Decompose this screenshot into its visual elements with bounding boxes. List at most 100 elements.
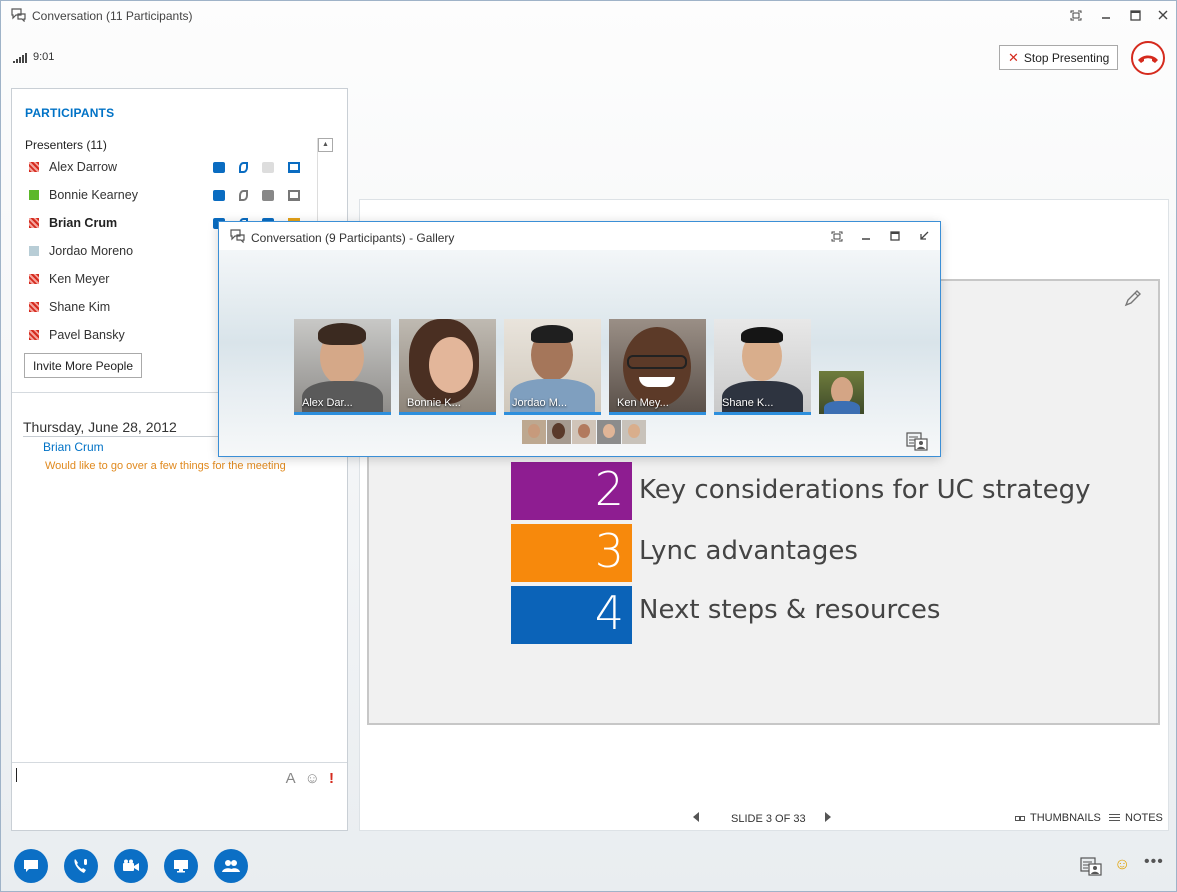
- emoticon-icon[interactable]: ☺: [1114, 856, 1130, 874]
- show-participants-icon[interactable]: [906, 431, 928, 451]
- pop-in-icon[interactable]: [916, 229, 932, 243]
- notes-button[interactable]: NOTES: [1109, 812, 1163, 824]
- agenda-number: 3: [511, 524, 632, 582]
- compose-tools: A ☺ !: [286, 770, 334, 787]
- present-button[interactable]: [164, 849, 198, 883]
- self-video-preview[interactable]: [819, 371, 864, 414]
- im-button[interactable]: [14, 849, 48, 883]
- agenda-number: 4: [511, 586, 632, 644]
- gallery-title: Conversation (9 Participants) - Gallery: [251, 231, 455, 245]
- screen-share-icon[interactable]: [288, 161, 300, 173]
- video-tile[interactable]: Bonnie K...: [399, 319, 496, 415]
- video-camera-icon: [123, 859, 139, 871]
- invite-more-people-button[interactable]: Invite More People: [24, 353, 142, 378]
- tile-caption: Alex Dar...: [302, 397, 353, 409]
- signal-strength-icon: [13, 53, 27, 63]
- participant-modalities: [213, 161, 300, 173]
- minimize-icon[interactable]: [1097, 7, 1115, 23]
- video-tile[interactable]: Shane K...: [714, 319, 811, 415]
- next-slide-icon[interactable]: [825, 812, 831, 822]
- participant-name: Brian Crum: [49, 216, 118, 230]
- mini-participant-thumbnail[interactable]: [597, 420, 621, 444]
- tile-caption: Bonnie K...: [407, 397, 461, 409]
- phone-mic-icon: [74, 859, 87, 873]
- screen-share-icon[interactable]: [288, 189, 300, 201]
- hang-up-button[interactable]: [1131, 41, 1165, 75]
- close-icon[interactable]: [1154, 7, 1172, 23]
- presence-available-icon: [29, 190, 39, 200]
- slide-counter: SLIDE 3 OF 33: [731, 813, 806, 825]
- mini-participant-thumbnail[interactable]: [522, 420, 546, 444]
- high-importance-icon[interactable]: !: [329, 770, 334, 787]
- scroll-up-icon[interactable]: ▲: [318, 138, 333, 152]
- participant-name: Bonnie Kearney: [49, 188, 138, 202]
- lync-conversation-icon: [11, 8, 26, 22]
- maximize-icon[interactable]: [1126, 7, 1144, 23]
- agenda-text: Lync advantages: [639, 536, 858, 566]
- phone-icon[interactable]: [239, 161, 248, 173]
- more-options-icon[interactable]: •••: [1144, 853, 1164, 871]
- participant-name: Shane Kim: [49, 300, 111, 314]
- participant-name: Alex Darrow: [49, 160, 118, 174]
- hang-up-icon: [1138, 55, 1158, 63]
- phone-icon[interactable]: [239, 189, 248, 201]
- presence-busy-icon: [29, 330, 39, 340]
- minimize-icon[interactable]: [858, 229, 874, 243]
- tile-caption: Jordao M...: [512, 397, 568, 409]
- participant-row[interactable]: Alex Darrow: [29, 157, 314, 177]
- conversation-window: Conversation (11 Participants) 9:01 ✕ St…: [0, 0, 1177, 892]
- mini-participant-thumbnail[interactable]: [547, 420, 571, 444]
- annotation-pen-icon[interactable]: [1123, 288, 1143, 308]
- video-tile[interactable]: Ken Mey...: [609, 319, 706, 415]
- thumbnails-label: THUMBNAILS: [1030, 812, 1101, 824]
- window-title: Conversation (11 Participants): [32, 9, 193, 23]
- slide-navigation-bar: SLIDE 3 OF 33 THUMBNAILS NOTES: [359, 801, 1169, 831]
- agenda-number: 2: [511, 462, 632, 520]
- agenda-text: Next steps & resources: [639, 595, 941, 625]
- font-icon[interactable]: A: [286, 770, 296, 787]
- participant-name: Jordao Moreno: [49, 244, 134, 258]
- presenters-group-label[interactable]: Presenters (11): [25, 138, 107, 152]
- call-button[interactable]: [64, 849, 98, 883]
- gallery-window[interactable]: Conversation (9 Participants) - Gallery …: [218, 221, 941, 457]
- message-input[interactable]: A ☺ !: [12, 762, 347, 830]
- thumbnails-button[interactable]: THUMBNAILS: [1015, 812, 1101, 824]
- im-icon[interactable]: [213, 189, 225, 201]
- lync-conversation-icon: [230, 229, 245, 243]
- tile-caption: Shane K...: [722, 397, 774, 409]
- monitor-icon: [174, 860, 188, 873]
- full-screen-icon[interactable]: [1067, 7, 1085, 23]
- stop-presenting-button[interactable]: ✕ Stop Presenting: [999, 45, 1118, 70]
- video-button[interactable]: [114, 849, 148, 883]
- presence-busy-icon: [29, 162, 39, 172]
- participant-name: Ken Meyer: [49, 272, 110, 286]
- video-tile[interactable]: Alex Dar...: [294, 319, 391, 415]
- previous-slide-icon[interactable]: [693, 812, 699, 822]
- tile-caption: Ken Mey...: [617, 397, 669, 409]
- participant-gallery-toggle-icon[interactable]: [1080, 856, 1102, 876]
- gallery-body: Alex Dar... Bonnie K... Jordao M... Ken …: [219, 250, 940, 456]
- participant-modalities: [213, 189, 300, 201]
- participant-row[interactable]: Bonnie Kearney: [29, 185, 314, 205]
- title-bar: Conversation (11 Participants): [1, 1, 1176, 31]
- presence-busy-icon: [29, 302, 39, 312]
- chat-date: Thursday, June 28, 2012: [23, 419, 177, 435]
- text-caret: [16, 768, 17, 782]
- mini-participant-thumbnail[interactable]: [572, 420, 596, 444]
- presence-away-icon: [29, 246, 39, 256]
- emoticon-icon[interactable]: ☺: [305, 770, 320, 787]
- participants-heading: PARTICIPANTS: [25, 106, 115, 120]
- call-status: 9:01: [13, 51, 54, 63]
- people-icon: [222, 860, 240, 872]
- im-icon[interactable]: [213, 161, 225, 173]
- video-blocked-icon[interactable]: [262, 161, 274, 173]
- chat-sender: Brian Crum: [43, 440, 104, 454]
- video-tile[interactable]: Jordao M...: [504, 319, 601, 415]
- mini-participant-thumbnail[interactable]: [622, 420, 646, 444]
- stop-x-icon: ✕: [1008, 49, 1019, 65]
- video-icon[interactable]: [262, 189, 274, 201]
- maximize-icon[interactable]: [887, 229, 903, 243]
- participants-button[interactable]: [214, 849, 248, 883]
- full-screen-icon[interactable]: [829, 229, 845, 243]
- thumbnails-icon: [1015, 812, 1025, 824]
